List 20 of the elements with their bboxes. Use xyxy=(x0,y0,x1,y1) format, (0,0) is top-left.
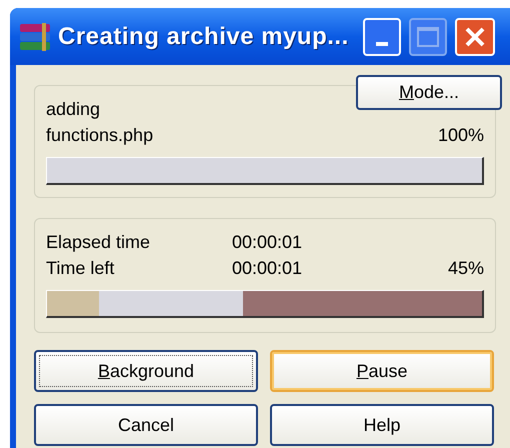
dialog-button[interactable]: Cancel xyxy=(34,404,258,446)
time-value: 00:00:01 xyxy=(232,257,302,280)
percent-label: 100% xyxy=(438,124,484,147)
window-title: Creating archive myup... xyxy=(58,22,349,52)
books-stack-icon xyxy=(18,22,52,52)
dialog-button[interactable]: Background xyxy=(34,350,258,392)
file-name: functions.php xyxy=(46,124,154,147)
time-label: Elapsed time xyxy=(46,231,152,254)
percent-label: 45% xyxy=(448,257,484,280)
time-value: 00:00:01 xyxy=(232,231,302,254)
close-button[interactable] xyxy=(454,18,495,56)
close-icon xyxy=(464,26,486,48)
maximize-icon xyxy=(416,26,439,46)
mode-button[interactable]: Mode... xyxy=(356,75,502,110)
time-label: Time left xyxy=(46,257,116,280)
minimize-button[interactable] xyxy=(362,18,401,56)
dialog-button[interactable]: Pause xyxy=(270,350,494,392)
minimize-icon xyxy=(376,42,388,46)
action-label: adding xyxy=(46,98,100,121)
dialog-button[interactable]: Help xyxy=(270,404,494,446)
